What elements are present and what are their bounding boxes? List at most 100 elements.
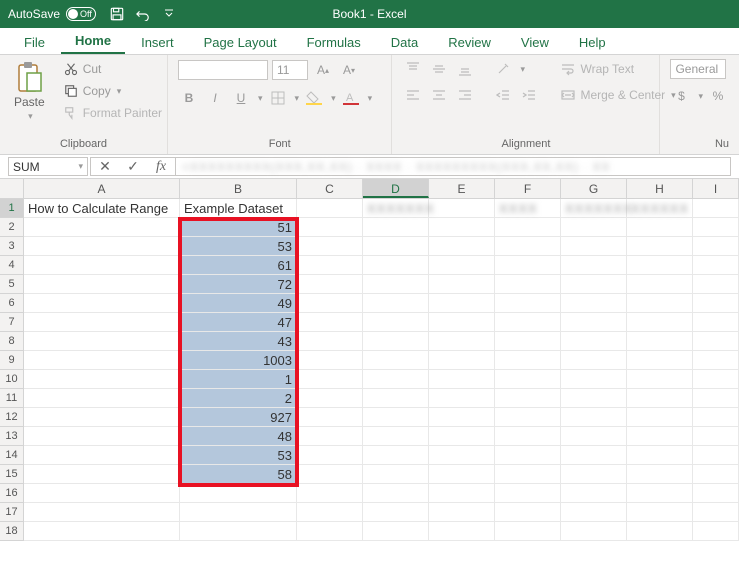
cell-D16[interactable] [363, 484, 429, 503]
cell-I9[interactable] [693, 351, 739, 370]
cell-H7[interactable] [627, 313, 693, 332]
decrease-font-icon[interactable]: A▾ [338, 59, 360, 81]
cell-H15[interactable] [627, 465, 693, 484]
cell-I4[interactable] [693, 256, 739, 275]
align-top-icon[interactable] [402, 59, 424, 79]
cell-I15[interactable] [693, 465, 739, 484]
row-header-7[interactable]: 7 [0, 313, 24, 332]
cell-D3[interactable] [363, 237, 429, 256]
cell-G9[interactable] [561, 351, 627, 370]
cell-C5[interactable] [297, 275, 363, 294]
cell-A9[interactable] [24, 351, 180, 370]
row-header-8[interactable]: 8 [0, 332, 24, 351]
cell-A3[interactable] [24, 237, 180, 256]
enter-formula-icon[interactable]: ✓ [119, 158, 147, 175]
cell-B11[interactable]: 2 [180, 389, 297, 408]
cell-E3[interactable] [429, 237, 495, 256]
cell-B1[interactable]: Example Dataset [180, 199, 297, 218]
cell-E12[interactable] [429, 408, 495, 427]
cell-A12[interactable] [24, 408, 180, 427]
cell-G5[interactable] [561, 275, 627, 294]
cell-G13[interactable] [561, 427, 627, 446]
cell-A16[interactable] [24, 484, 180, 503]
row-header-10[interactable]: 10 [0, 370, 24, 389]
cell-H9[interactable] [627, 351, 693, 370]
formula-bar[interactable]: =XXXXXXXXX(XXX,XX,XX) · XXXX · XXXXXXXXX… [175, 157, 731, 176]
cell-A18[interactable] [24, 522, 180, 541]
cell-F3[interactable] [495, 237, 561, 256]
borders-icon[interactable] [267, 87, 289, 109]
font-name-input[interactable] [178, 60, 268, 80]
cell-D14[interactable] [363, 446, 429, 465]
cell-C8[interactable] [297, 332, 363, 351]
cell-F9[interactable] [495, 351, 561, 370]
row-header-14[interactable]: 14 [0, 446, 24, 465]
cell-A14[interactable] [24, 446, 180, 465]
cell-C9[interactable] [297, 351, 363, 370]
cell-E14[interactable] [429, 446, 495, 465]
cell-H4[interactable] [627, 256, 693, 275]
number-format-input[interactable] [670, 59, 726, 79]
cell-I3[interactable] [693, 237, 739, 256]
row-header-17[interactable]: 17 [0, 503, 24, 522]
row-header-5[interactable]: 5 [0, 275, 24, 294]
cell-F10[interactable] [495, 370, 561, 389]
row-header-2[interactable]: 2 [0, 218, 24, 237]
fill-color-icon[interactable] [303, 87, 325, 109]
row-header-3[interactable]: 3 [0, 237, 24, 256]
cell-D8[interactable] [363, 332, 429, 351]
align-right-icon[interactable] [454, 85, 476, 105]
cell-H14[interactable] [627, 446, 693, 465]
col-header-B[interactable]: B [180, 179, 297, 198]
cell-A17[interactable] [24, 503, 180, 522]
cell-I2[interactable] [693, 218, 739, 237]
cell-B12[interactable]: 927 [180, 408, 297, 427]
row-header-6[interactable]: 6 [0, 294, 24, 313]
cell-D17[interactable] [363, 503, 429, 522]
cell-A7[interactable] [24, 313, 180, 332]
tab-page-layout[interactable]: Page Layout [190, 29, 291, 54]
cell-F14[interactable] [495, 446, 561, 465]
cell-D6[interactable] [363, 294, 429, 313]
cell-C13[interactable] [297, 427, 363, 446]
row-header-15[interactable]: 15 [0, 465, 24, 484]
cell-G14[interactable] [561, 446, 627, 465]
cut-button[interactable]: Cut [59, 59, 166, 79]
cell-E10[interactable] [429, 370, 495, 389]
cell-A11[interactable] [24, 389, 180, 408]
format-painter-button[interactable]: Format Painter [59, 103, 166, 123]
cell-I18[interactable] [693, 522, 739, 541]
qat-customize-icon[interactable] [160, 5, 178, 23]
row-header-9[interactable]: 9 [0, 351, 24, 370]
row-header-16[interactable]: 16 [0, 484, 24, 503]
cell-E4[interactable] [429, 256, 495, 275]
cell-H11[interactable] [627, 389, 693, 408]
col-header-H[interactable]: H [627, 179, 693, 198]
cell-F12[interactable] [495, 408, 561, 427]
orientation-icon[interactable] [492, 59, 514, 79]
cell-G11[interactable] [561, 389, 627, 408]
cell-C11[interactable] [297, 389, 363, 408]
cell-H3[interactable] [627, 237, 693, 256]
col-header-I[interactable]: I [693, 179, 739, 198]
cell-E2[interactable] [429, 218, 495, 237]
cell-E16[interactable] [429, 484, 495, 503]
tab-review[interactable]: Review [434, 29, 505, 54]
cell-G1[interactable]: XXXXXXX [561, 199, 627, 218]
cell-F4[interactable] [495, 256, 561, 275]
cell-F6[interactable] [495, 294, 561, 313]
cell-B9[interactable]: 1003 [180, 351, 297, 370]
cell-I5[interactable] [693, 275, 739, 294]
cell-B15[interactable]: 58 [180, 465, 297, 484]
align-middle-icon[interactable] [428, 59, 450, 79]
cell-G18[interactable] [561, 522, 627, 541]
cell-D4[interactable] [363, 256, 429, 275]
cell-I1[interactable] [693, 199, 739, 218]
cancel-formula-icon[interactable]: ✕ [91, 158, 119, 175]
cell-E1[interactable] [429, 199, 495, 218]
cell-C12[interactable] [297, 408, 363, 427]
cell-H2[interactable] [627, 218, 693, 237]
cell-I17[interactable] [693, 503, 739, 522]
cell-F16[interactable] [495, 484, 561, 503]
cell-G7[interactable] [561, 313, 627, 332]
